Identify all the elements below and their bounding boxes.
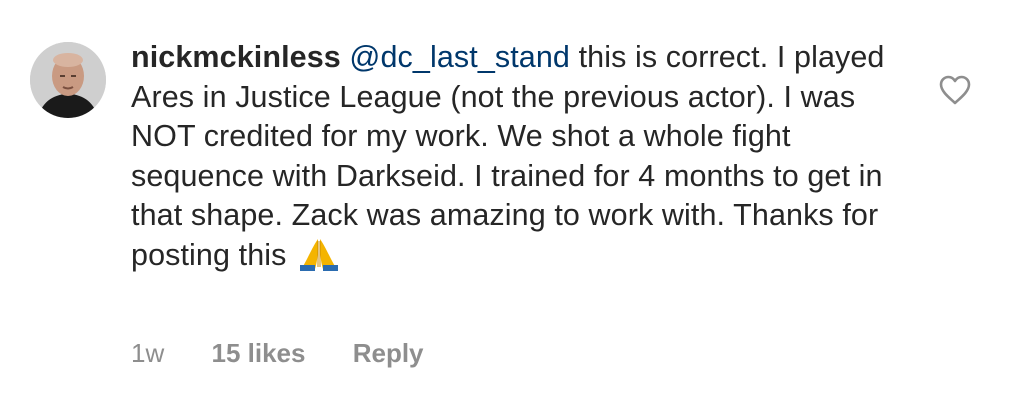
reply-button[interactable]: Reply	[353, 338, 424, 369]
comment-time: 1w	[131, 338, 165, 368]
comment-text: nickmckinless @dc_last_stand this is cor…	[131, 38, 911, 275]
username-link[interactable]: nickmckinless	[131, 40, 341, 74]
comment: nickmckinless @dc_last_stand this is cor…	[0, 0, 1024, 400]
heart-outline-icon[interactable]	[938, 75, 972, 105]
folded-hands-icon	[300, 238, 339, 271]
avatar-image	[30, 42, 106, 118]
avatar[interactable]	[30, 42, 106, 118]
likes-count-button[interactable]: 15 likes	[211, 338, 305, 369]
mention-link[interactable]: @dc_last_stand	[349, 40, 570, 74]
comment-message: this is correct. I played Ares in Justic…	[131, 40, 885, 272]
comment-meta: 1w 15 likes Reply	[131, 338, 464, 369]
